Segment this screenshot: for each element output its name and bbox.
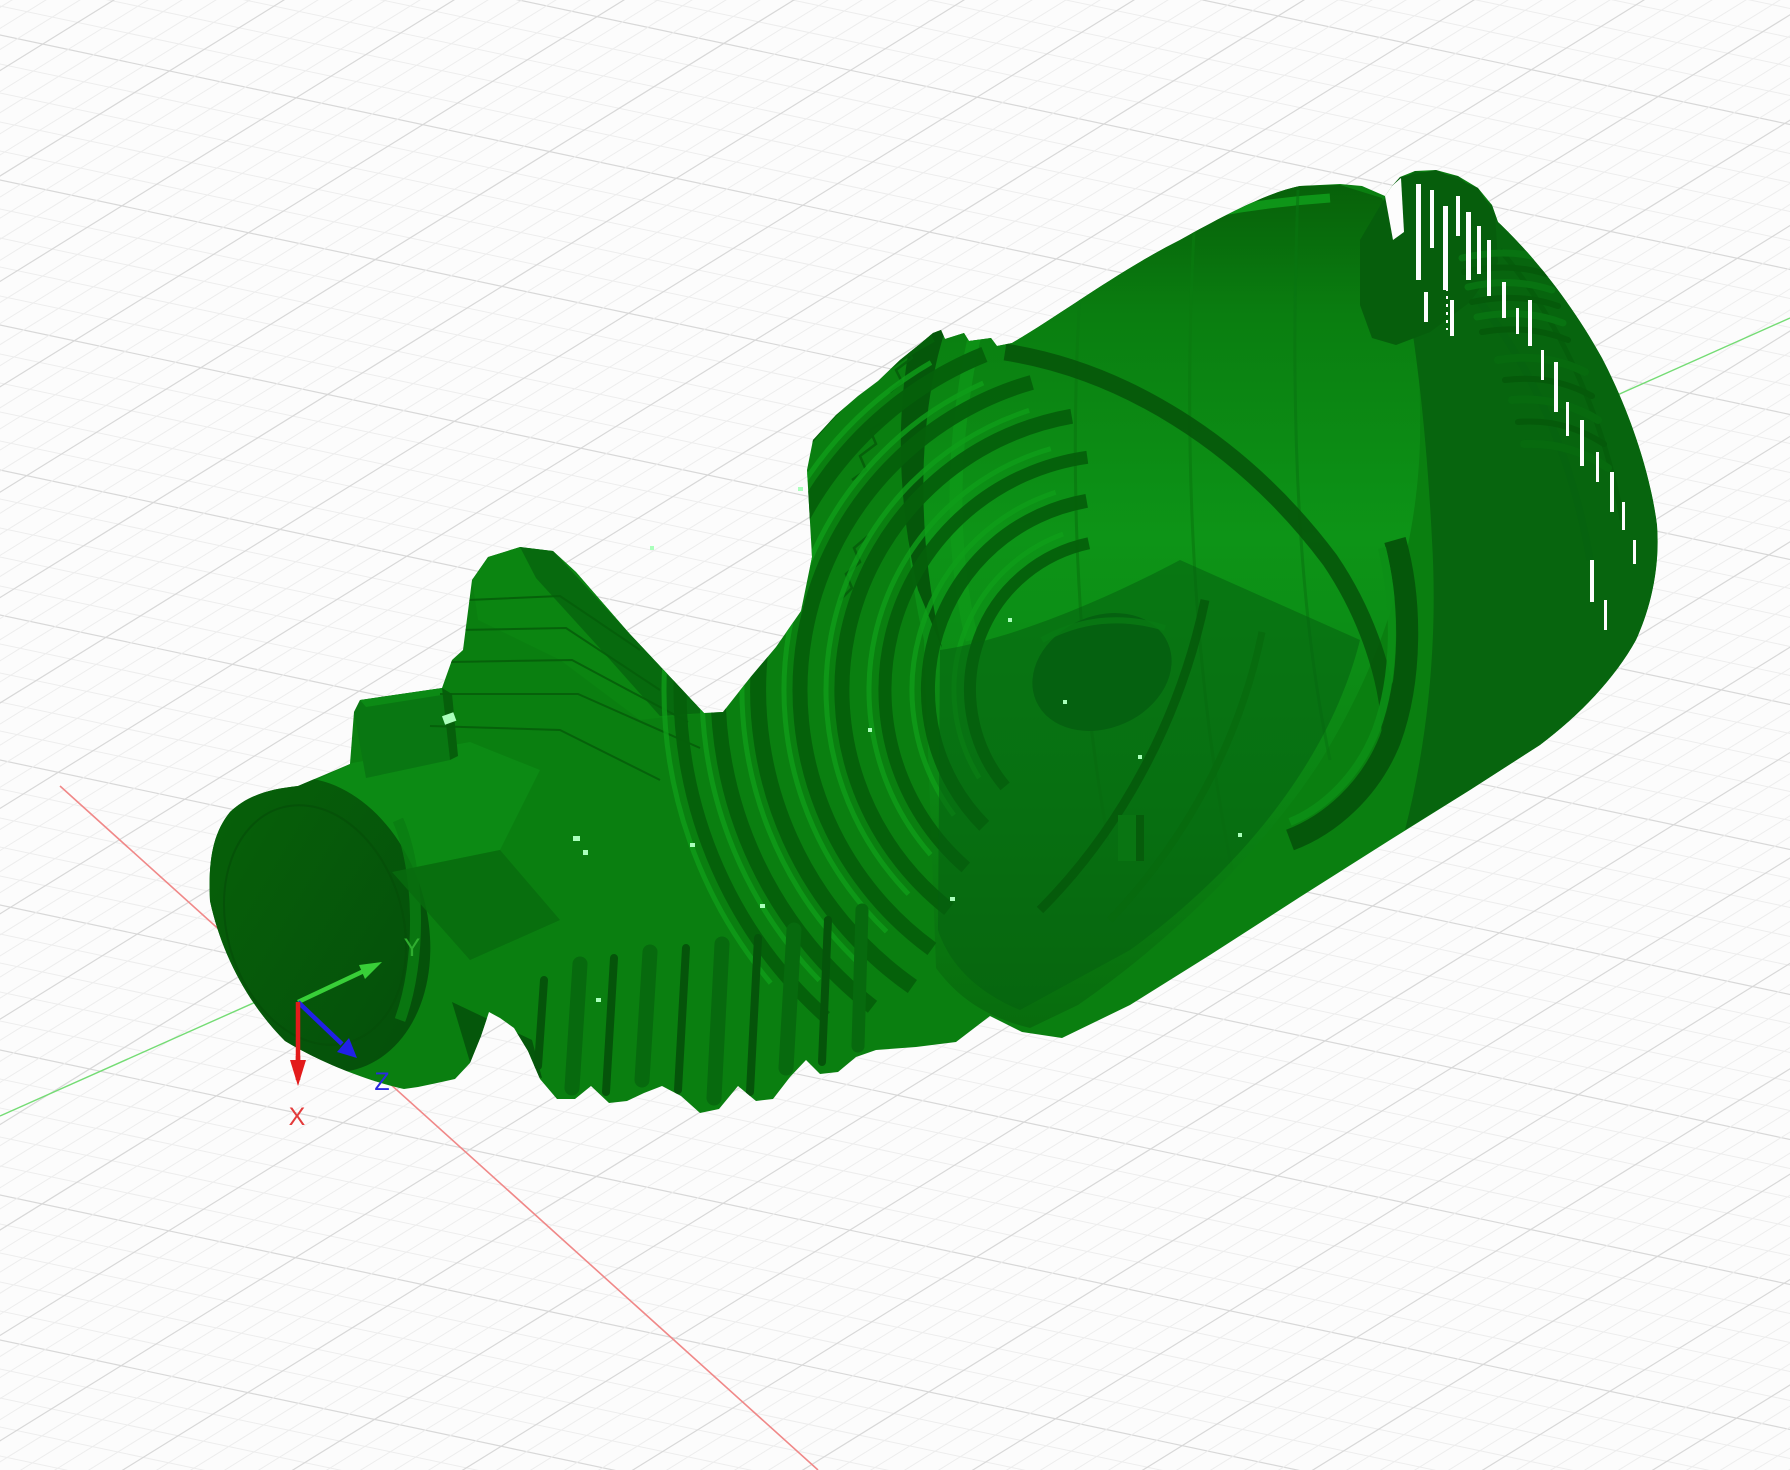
axis-label-y: Y	[404, 934, 421, 962]
axis-label-z: Z	[374, 1068, 389, 1096]
axis-label-x: X	[289, 1103, 306, 1131]
viewport-3d[interactable]: X Y Z	[0, 0, 1790, 1470]
mesh-nub	[1118, 815, 1144, 861]
scene-canvas: X Y Z	[0, 0, 1790, 1470]
